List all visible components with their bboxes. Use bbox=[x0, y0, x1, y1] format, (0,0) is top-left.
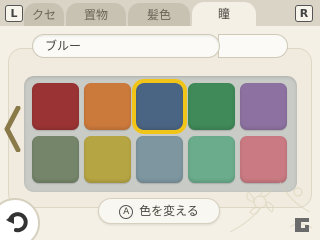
chevron-left-icon[interactable] bbox=[2, 105, 22, 153]
tab-accessory[interactable]: クセ bbox=[24, 3, 64, 26]
back-arrow-icon bbox=[6, 212, 28, 233]
color-swatch[interactable] bbox=[240, 83, 287, 130]
color-swatch[interactable] bbox=[84, 136, 131, 183]
color-swatch[interactable] bbox=[188, 83, 235, 130]
change-color-label: 色を変える bbox=[139, 204, 199, 218]
r-button-hint[interactable]: R bbox=[295, 5, 313, 22]
l-button-hint[interactable]: L bbox=[5, 5, 23, 22]
tab-bar: L クセ 置物 髪色 瞳 R bbox=[0, 0, 320, 26]
color-swatch[interactable] bbox=[32, 83, 79, 130]
corner-logo-icon bbox=[291, 216, 313, 234]
eye-color-screen: L クセ 置物 髪色 瞳 R ブルー A 色を変える bbox=[0, 0, 320, 240]
color-name-label: ブルー bbox=[32, 34, 220, 58]
tab-eyes[interactable]: 瞳 bbox=[192, 2, 256, 26]
tab-objects[interactable]: 置物 bbox=[66, 3, 126, 26]
color-swatch[interactable] bbox=[136, 136, 183, 183]
tab-hair-color[interactable]: 髪色 bbox=[128, 3, 190, 26]
name-field-extension bbox=[218, 34, 288, 58]
color-swatch[interactable] bbox=[132, 79, 187, 134]
a-button-glyph: A bbox=[119, 205, 134, 219]
color-swatch[interactable] bbox=[84, 83, 131, 130]
change-color-button[interactable]: A 色を変える bbox=[98, 198, 220, 224]
color-swatch[interactable] bbox=[32, 136, 79, 183]
